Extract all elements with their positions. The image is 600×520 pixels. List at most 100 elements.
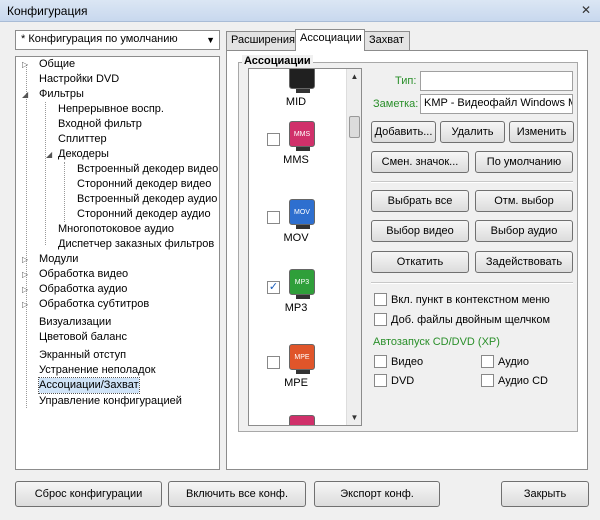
- list-item[interactable]: ✓ MP3 MP3: [249, 269, 347, 335]
- add-button[interactable]: Добавить...: [371, 121, 436, 143]
- enable-all-button[interactable]: Включить все конф.: [168, 481, 306, 507]
- file-type-label: MOV: [283, 232, 309, 244]
- file-type-checkbox[interactable]: [267, 356, 280, 369]
- checkbox[interactable]: [374, 313, 387, 326]
- tab-extensions[interactable]: Расширения: [226, 31, 296, 50]
- autorun-title: Автозапуск CD/DVD (XP): [373, 336, 500, 348]
- scroll-thumb[interactable]: [349, 116, 360, 138]
- note-field[interactable]: KMP - Видеофайл Windows Med: [420, 94, 573, 114]
- select-audio-button[interactable]: Выбор аудио: [475, 220, 573, 242]
- title-bar: Конфигурация ✕: [0, 0, 600, 22]
- edit-button[interactable]: Изменить: [509, 121, 574, 143]
- tab-capture[interactable]: Захват: [364, 31, 410, 50]
- tree-item-dvd-settings[interactable]: Настройки DVD: [39, 72, 119, 87]
- delete-button[interactable]: Удалить: [440, 121, 505, 143]
- list-item[interactable]: MPEG: [249, 415, 347, 425]
- list-item[interactable]: MID: [249, 69, 347, 129]
- tree-guide-line: [45, 102, 46, 245]
- tree-item-multistream-audio[interactable]: Многопотоковое аудио: [58, 222, 174, 237]
- double-click-label: Доб. файлы двойным щелчком: [391, 314, 551, 326]
- file-type-checkbox[interactable]: [267, 211, 280, 224]
- tree-item-subtitle-processing[interactable]: Обработка субтитров: [39, 297, 149, 312]
- tree-item-config-management[interactable]: Управление конфигурацией: [39, 394, 182, 409]
- list-scrollbar[interactable]: ▲ ▼: [346, 69, 361, 425]
- rollback-button[interactable]: Откатить: [371, 251, 469, 273]
- export-config-button[interactable]: Экспорт конф.: [314, 481, 440, 507]
- config-dropdown[interactable]: * Конфигурация по умолчанию ▼: [15, 30, 220, 50]
- double-click-option[interactable]: Доб. файлы двойным щелчком: [374, 313, 550, 327]
- tree-item-filters[interactable]: Фильтры: [39, 87, 84, 102]
- autorun-audio-label: Аудио: [498, 356, 530, 368]
- checkbox[interactable]: [374, 374, 387, 387]
- tree-item-external-audio-decoder[interactable]: Сторонний декодер аудио: [77, 207, 211, 222]
- tree-item-external-video-decoder[interactable]: Сторонний декодер видео: [77, 177, 211, 192]
- autorun-dvd-option[interactable]: DVD: [374, 374, 414, 388]
- settings-tree[interactable]: ▷ Общие Настройки DVD ◢ Фильтры Непрерыв…: [15, 56, 220, 470]
- tree-item-associations-capture[interactable]: Ассоциации/Захват: [38, 377, 140, 394]
- tree-guide-line: [64, 162, 65, 222]
- collapse-icon[interactable]: ◢: [46, 147, 52, 162]
- tree-item-color-balance[interactable]: Цветовой баланс: [39, 330, 127, 345]
- window-title: Конфигурация: [7, 4, 88, 18]
- autorun-video-option[interactable]: Видео: [374, 355, 423, 369]
- checkbox[interactable]: [481, 374, 494, 387]
- file-type-icon: MP3: [289, 269, 315, 299]
- tree-item-troubleshooting[interactable]: Устранение неполадок: [39, 363, 156, 378]
- file-type-icon: MOV: [289, 199, 315, 229]
- list-item[interactable]: MOV MOV: [249, 199, 347, 265]
- file-type-checkbox[interactable]: [267, 133, 280, 146]
- file-type-checkbox[interactable]: ✓: [267, 281, 280, 294]
- type-field[interactable]: [420, 71, 573, 91]
- select-video-button[interactable]: Выбор видео: [371, 220, 469, 242]
- tab-associations[interactable]: Ассоциации: [295, 29, 365, 51]
- tree-item-general[interactable]: Общие: [39, 57, 75, 72]
- tree-item-splitter[interactable]: Сплиттер: [58, 132, 107, 147]
- autorun-audio-option[interactable]: Аудио: [481, 355, 529, 369]
- default-button[interactable]: По умолчанию: [475, 151, 573, 173]
- tree-item-input-filter[interactable]: Входной фильтр: [58, 117, 142, 132]
- context-menu-label: Вкл. пункт в контекстном меню: [391, 294, 550, 306]
- expand-icon[interactable]: ▷: [22, 297, 28, 312]
- scroll-down-icon[interactable]: ▼: [347, 410, 362, 425]
- autorun-audio-cd-option[interactable]: Аудио CD: [481, 374, 548, 388]
- checkbox[interactable]: [481, 355, 494, 368]
- tree-item-continuous-playback[interactable]: Непрерывное воспр.: [58, 102, 164, 117]
- change-icon-button[interactable]: Смен. значок...: [371, 151, 469, 173]
- autorun-audio-cd-label: Аудио CD: [498, 375, 548, 387]
- close-button[interactable]: Закрыть: [501, 481, 589, 507]
- chevron-down-icon: ▼: [206, 35, 215, 45]
- reset-config-button[interactable]: Сброс конфигурации: [15, 481, 162, 507]
- scroll-up-icon[interactable]: ▲: [347, 69, 362, 84]
- tree-item-custom-filter-manager[interactable]: Диспетчер заказных фильтров: [58, 237, 214, 252]
- checkbox[interactable]: [374, 293, 387, 306]
- list-item[interactable]: MPE MPE: [249, 344, 347, 410]
- file-type-icon: MPE: [289, 344, 315, 374]
- list-item[interactable]: MMS MMS: [249, 121, 347, 187]
- expand-icon[interactable]: ▷: [22, 57, 28, 72]
- file-type-icon: MMS: [289, 121, 315, 151]
- file-type-icon: [289, 69, 315, 93]
- file-type-list[interactable]: MID MMS MMS MOV MOV ✓ MP3 MP3 MPE MPE MP…: [248, 68, 362, 426]
- expand-icon[interactable]: ▷: [22, 282, 28, 297]
- apply-button[interactable]: Задействовать: [475, 251, 573, 273]
- expand-icon[interactable]: ▷: [22, 252, 28, 267]
- file-type-label: MP3: [284, 302, 308, 314]
- collapse-icon[interactable]: ◢: [22, 87, 28, 102]
- tree-item-builtin-video-decoder[interactable]: Встроенный декодер видео: [77, 162, 218, 177]
- tree-item-screen-margin[interactable]: Экранный отступ: [39, 348, 126, 363]
- context-menu-option[interactable]: Вкл. пункт в контекстном меню: [374, 293, 550, 307]
- divider: [371, 282, 573, 284]
- tree-item-decoders[interactable]: Декодеры: [58, 147, 109, 162]
- close-icon[interactable]: ✕: [578, 3, 594, 18]
- tree-item-visualizations[interactable]: Визуализации: [39, 315, 111, 330]
- file-type-label: MID: [285, 96, 307, 108]
- checkbox[interactable]: [374, 355, 387, 368]
- tree-item-audio-processing[interactable]: Обработка аудио: [39, 282, 127, 297]
- expand-icon[interactable]: ▷: [22, 267, 28, 282]
- associations-group-title: Ассоциации: [242, 55, 313, 67]
- tree-item-builtin-audio-decoder[interactable]: Встроенный декодер аудио: [77, 192, 217, 207]
- select-all-button[interactable]: Выбрать все: [371, 190, 469, 212]
- deselect-button[interactable]: Отм. выбор: [475, 190, 573, 212]
- tree-item-modules[interactable]: Модули: [39, 252, 78, 267]
- tree-item-video-processing[interactable]: Обработка видео: [39, 267, 128, 282]
